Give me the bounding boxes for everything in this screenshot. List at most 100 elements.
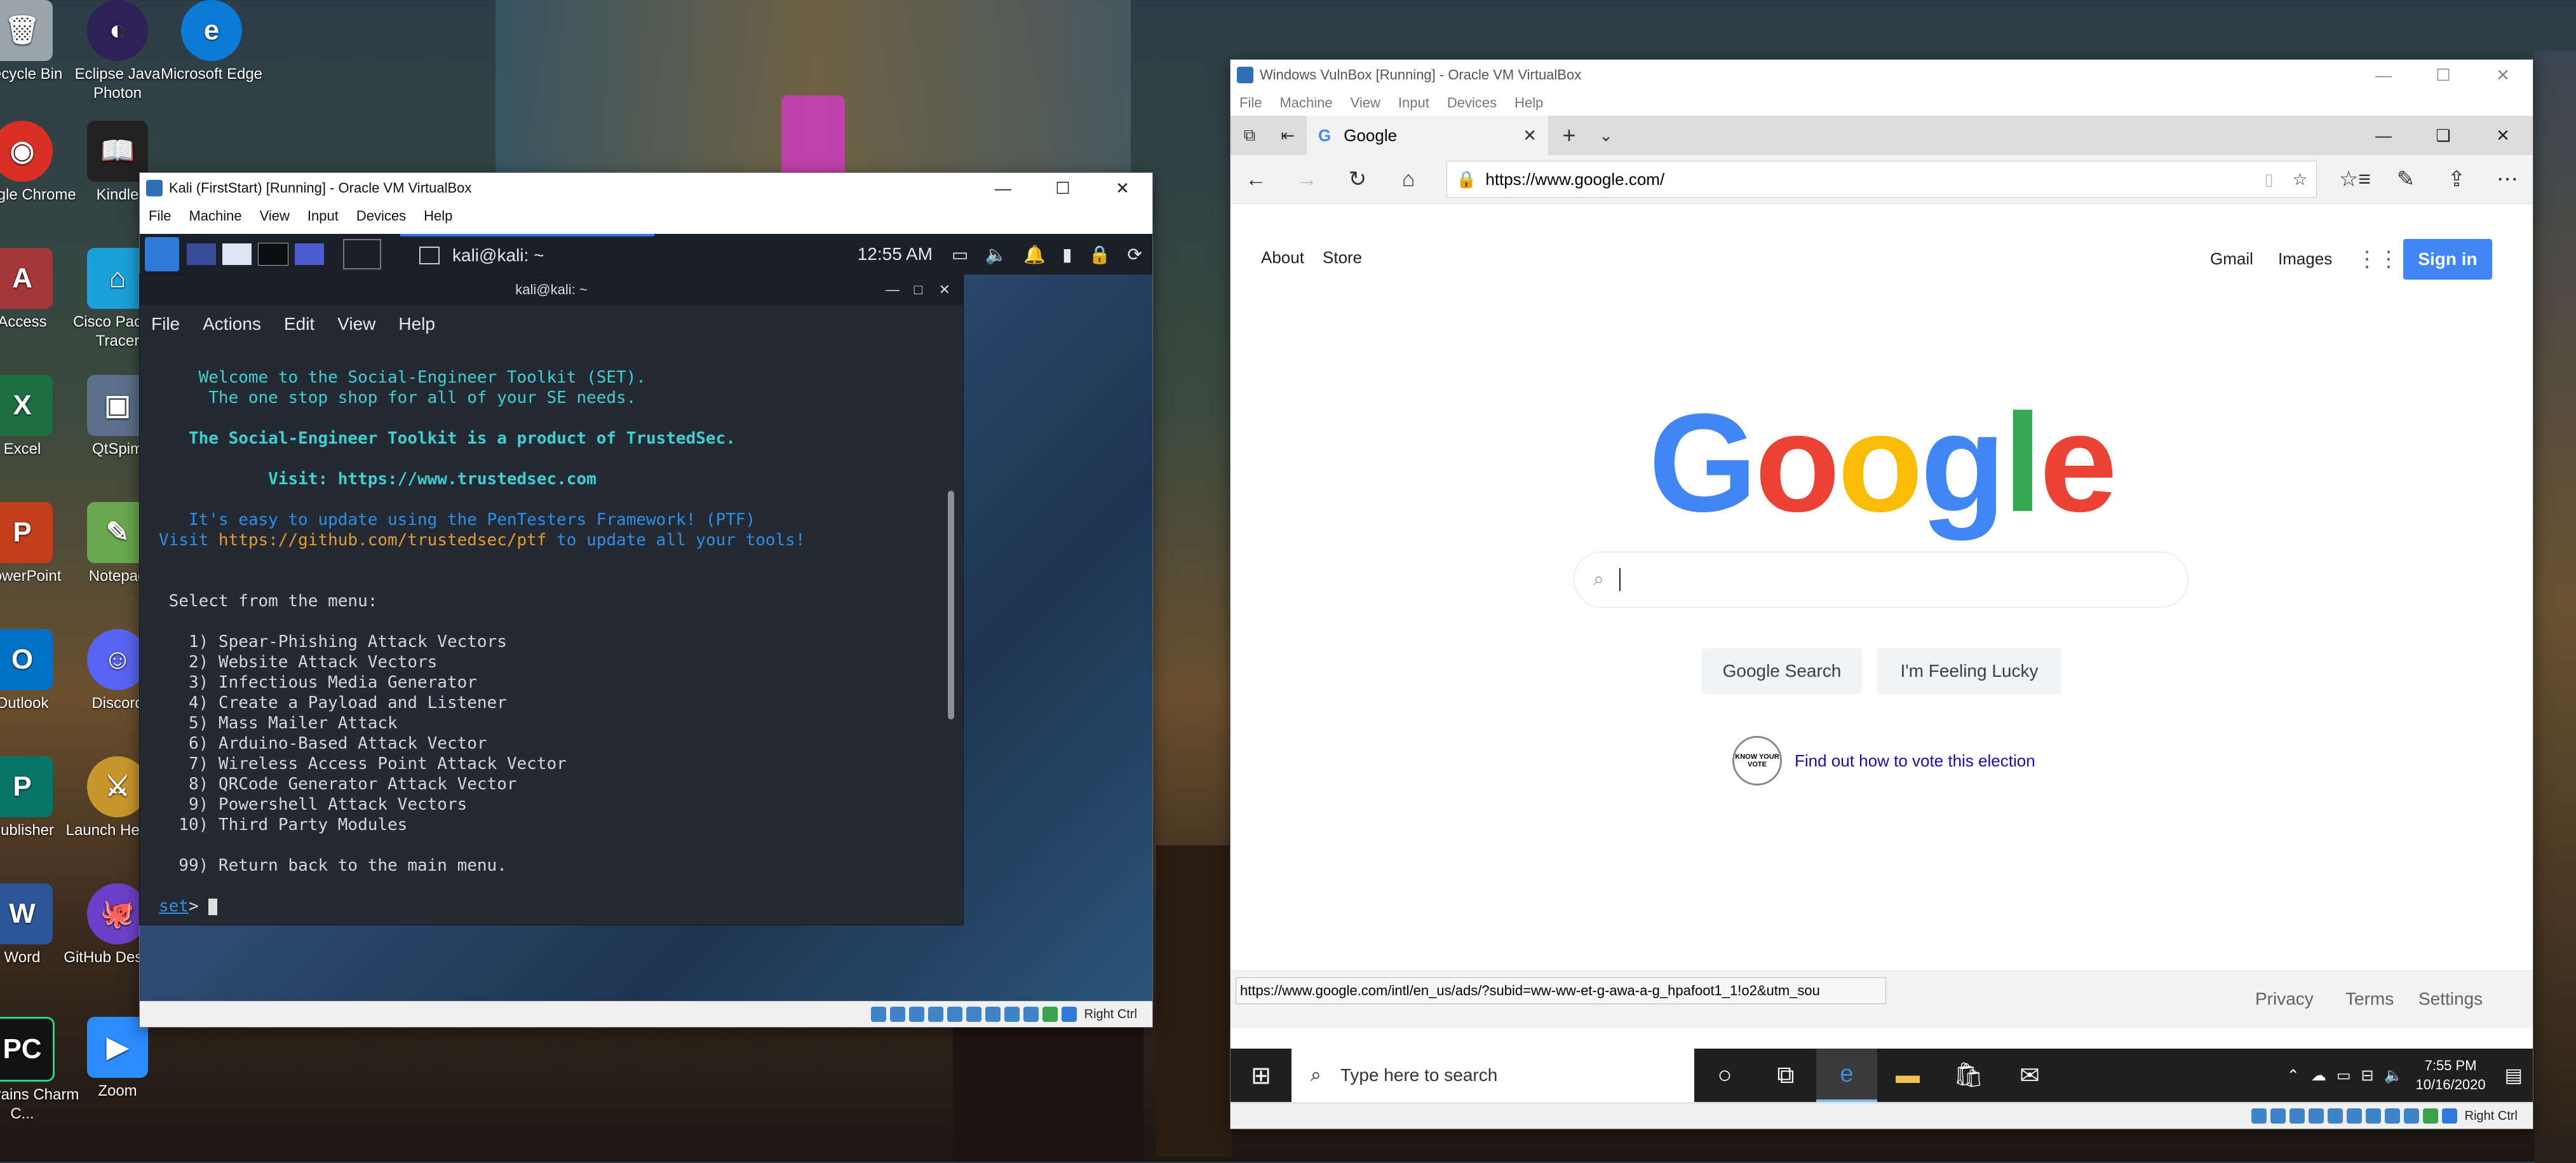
- action-center-icon[interactable]: ▤: [2505, 1064, 2523, 1087]
- network-status-icon[interactable]: [2308, 1108, 2324, 1124]
- panel-clock[interactable]: 12:55 AM: [858, 244, 933, 264]
- windows-vbox-titlebar[interactable]: Windows VulnBox [Running] - Oracle VM Vi…: [1231, 60, 2533, 90]
- menu-devices[interactable]: Devices: [1438, 95, 1506, 111]
- edge-close-button[interactable]: ✕: [2473, 120, 2533, 151]
- optical-status-icon[interactable]: [889, 1007, 905, 1022]
- menu-machine[interactable]: Machine: [180, 208, 250, 224]
- browser-launcher-icon[interactable]: [295, 243, 324, 265]
- share-icon[interactable]: ⇪: [2431, 167, 2482, 192]
- new-tab-button[interactable]: +: [1548, 122, 1590, 149]
- minimize-button[interactable]: —: [2354, 60, 2413, 90]
- favorite-star-icon[interactable]: ☆: [2293, 170, 2307, 189]
- audio-status-icon[interactable]: [908, 1007, 924, 1022]
- home-icon[interactable]: ⌂: [1383, 167, 1434, 192]
- menu-file[interactable]: File: [140, 208, 180, 224]
- edge-taskbar-icon[interactable]: e: [1816, 1049, 1877, 1102]
- shared-folder-status-icon[interactable]: [966, 1007, 981, 1022]
- terminal-titlebar[interactable]: kali@kali: ~ — □ ✕: [140, 275, 963, 305]
- display-status-icon[interactable]: [2365, 1108, 2381, 1124]
- recording-status-icon[interactable]: [1004, 1007, 1020, 1022]
- file-explorer-icon[interactable]: ▬: [1877, 1049, 1938, 1102]
- more-options-icon[interactable]: ⋯: [2482, 167, 2533, 192]
- refresh-icon[interactable]: ↻: [1332, 167, 1383, 192]
- terminal-minimize-button[interactable]: —: [886, 282, 900, 298]
- hdd-status-icon[interactable]: [2251, 1108, 2267, 1124]
- close-button[interactable]: ✕: [1093, 173, 1152, 203]
- terminal-task-button[interactable]: kali@kali: ~: [400, 234, 654, 275]
- google-search-button[interactable]: Google Search: [1702, 648, 1862, 694]
- reading-view-icon[interactable]: ▯: [2264, 170, 2273, 189]
- notification-bell-icon[interactable]: 🔔: [1023, 244, 1046, 265]
- terminal-menu-file[interactable]: File: [140, 314, 191, 334]
- terminal-scrollbar[interactable]: [948, 491, 954, 719]
- taskbar-search-box[interactable]: ⌕ Type here to search: [1291, 1049, 1694, 1102]
- lock-icon[interactable]: 🔒: [1089, 244, 1111, 265]
- audio-status-icon[interactable]: [2289, 1108, 2305, 1124]
- search-input[interactable]: ⌕: [1574, 552, 2188, 608]
- hdd-status-icon[interactable]: [870, 1007, 886, 1022]
- maximize-button[interactable]: ☐: [1033, 173, 1093, 203]
- kali-menu-icon[interactable]: [145, 237, 179, 271]
- cpu-status-icon[interactable]: [1023, 1007, 1039, 1022]
- workspace-1-icon[interactable]: [187, 243, 216, 265]
- vote-link[interactable]: Find out how to vote this election: [1795, 751, 2035, 771]
- terminal-output[interactable]: Welcome to the Social-Engineer Toolkit (…: [140, 343, 963, 916]
- terminal-maximize-button[interactable]: □: [914, 282, 922, 298]
- taskbar-clock[interactable]: 7:55 PM 10/16/2020: [2416, 1056, 2486, 1094]
- power-icon[interactable]: ⟳: [1128, 244, 1142, 265]
- menu-input[interactable]: Input: [299, 208, 347, 224]
- sign-in-button[interactable]: Sign in: [2403, 239, 2492, 280]
- desktop-icon-zoom[interactable]: ▶ Zoom: [57, 1017, 178, 1101]
- show-hidden-icons-chevron-icon[interactable]: ⌃: [2287, 1066, 2300, 1085]
- volume-icon[interactable]: 🔈: [2384, 1066, 2403, 1085]
- back-arrow-icon[interactable]: ←: [1231, 167, 1281, 192]
- close-button[interactable]: ✕: [2473, 60, 2533, 90]
- desktop-icon-edge[interactable]: e Microsoft Edge: [151, 0, 272, 84]
- store-link[interactable]: Store: [1323, 248, 1362, 268]
- minimize-button[interactable]: —: [973, 173, 1033, 203]
- network-status-icon[interactable]: [927, 1007, 943, 1022]
- footer-settings-link[interactable]: Settings: [2418, 989, 2483, 1009]
- mouse-status-icon[interactable]: [1042, 1007, 1058, 1022]
- footer-terms-link[interactable]: Terms: [2345, 989, 2394, 1009]
- maximize-button[interactable]: ☐: [2413, 60, 2473, 90]
- network-icon[interactable]: ⊟: [2361, 1066, 2374, 1085]
- tab-close-icon[interactable]: ✕: [1523, 126, 1537, 146]
- onedrive-icon[interactable]: ☁: [2311, 1066, 2326, 1085]
- cpu-status-icon[interactable]: [2403, 1108, 2419, 1124]
- usb-status-icon[interactable]: [2327, 1108, 2343, 1124]
- shared-folder-status-icon[interactable]: [2346, 1108, 2362, 1124]
- menu-view[interactable]: View: [251, 208, 299, 224]
- mouse-status-icon[interactable]: [2422, 1108, 2438, 1124]
- pen-notes-icon[interactable]: ✎: [2380, 167, 2431, 192]
- terminal-menu-edit[interactable]: Edit: [273, 314, 326, 334]
- about-link[interactable]: About: [1261, 248, 1304, 268]
- images-link[interactable]: Images: [2278, 249, 2332, 269]
- display-status-icon[interactable]: [985, 1007, 1001, 1022]
- tab-manager-icon[interactable]: ⧉: [1231, 125, 1269, 146]
- menu-view[interactable]: View: [1342, 95, 1389, 111]
- active-workspace-icon[interactable]: [343, 239, 381, 269]
- keyboard-status-icon[interactable]: [2441, 1108, 2457, 1124]
- power-icon[interactable]: ▭: [2337, 1066, 2351, 1085]
- edge-restore-button[interactable]: ❏: [2413, 120, 2473, 151]
- task-view-icon[interactable]: ⧉: [1755, 1049, 1816, 1102]
- file-manager-icon[interactable]: [222, 243, 252, 265]
- recording-status-icon[interactable]: [2384, 1108, 2400, 1124]
- forward-arrow-icon[interactable]: →: [1281, 167, 1332, 192]
- menu-file[interactable]: File: [1231, 95, 1271, 111]
- terminal-close-button[interactable]: ✕: [939, 282, 950, 298]
- address-bar[interactable]: 🔒 https://www.google.com/ ▯ ☆: [1446, 161, 2317, 198]
- edge-minimize-button[interactable]: —: [2354, 120, 2413, 151]
- terminal-launcher-icon[interactable]: [258, 243, 288, 266]
- start-button[interactable]: ⊞: [1231, 1049, 1291, 1102]
- mail-icon[interactable]: ✉: [1999, 1049, 2060, 1102]
- display-icon[interactable]: ▭: [952, 244, 968, 265]
- feeling-lucky-button[interactable]: I'm Feeling Lucky: [1877, 648, 2061, 694]
- terminal-menu-view[interactable]: View: [326, 314, 387, 334]
- menu-help[interactable]: Help: [415, 208, 461, 224]
- keyboard-status-icon[interactable]: [1061, 1007, 1077, 1022]
- kali-vbox-titlebar[interactable]: Kali (FirstStart) [Running] - Oracle VM …: [140, 173, 1152, 203]
- cortana-icon[interactable]: ○: [1694, 1049, 1755, 1102]
- usb-status-icon[interactable]: [947, 1007, 962, 1022]
